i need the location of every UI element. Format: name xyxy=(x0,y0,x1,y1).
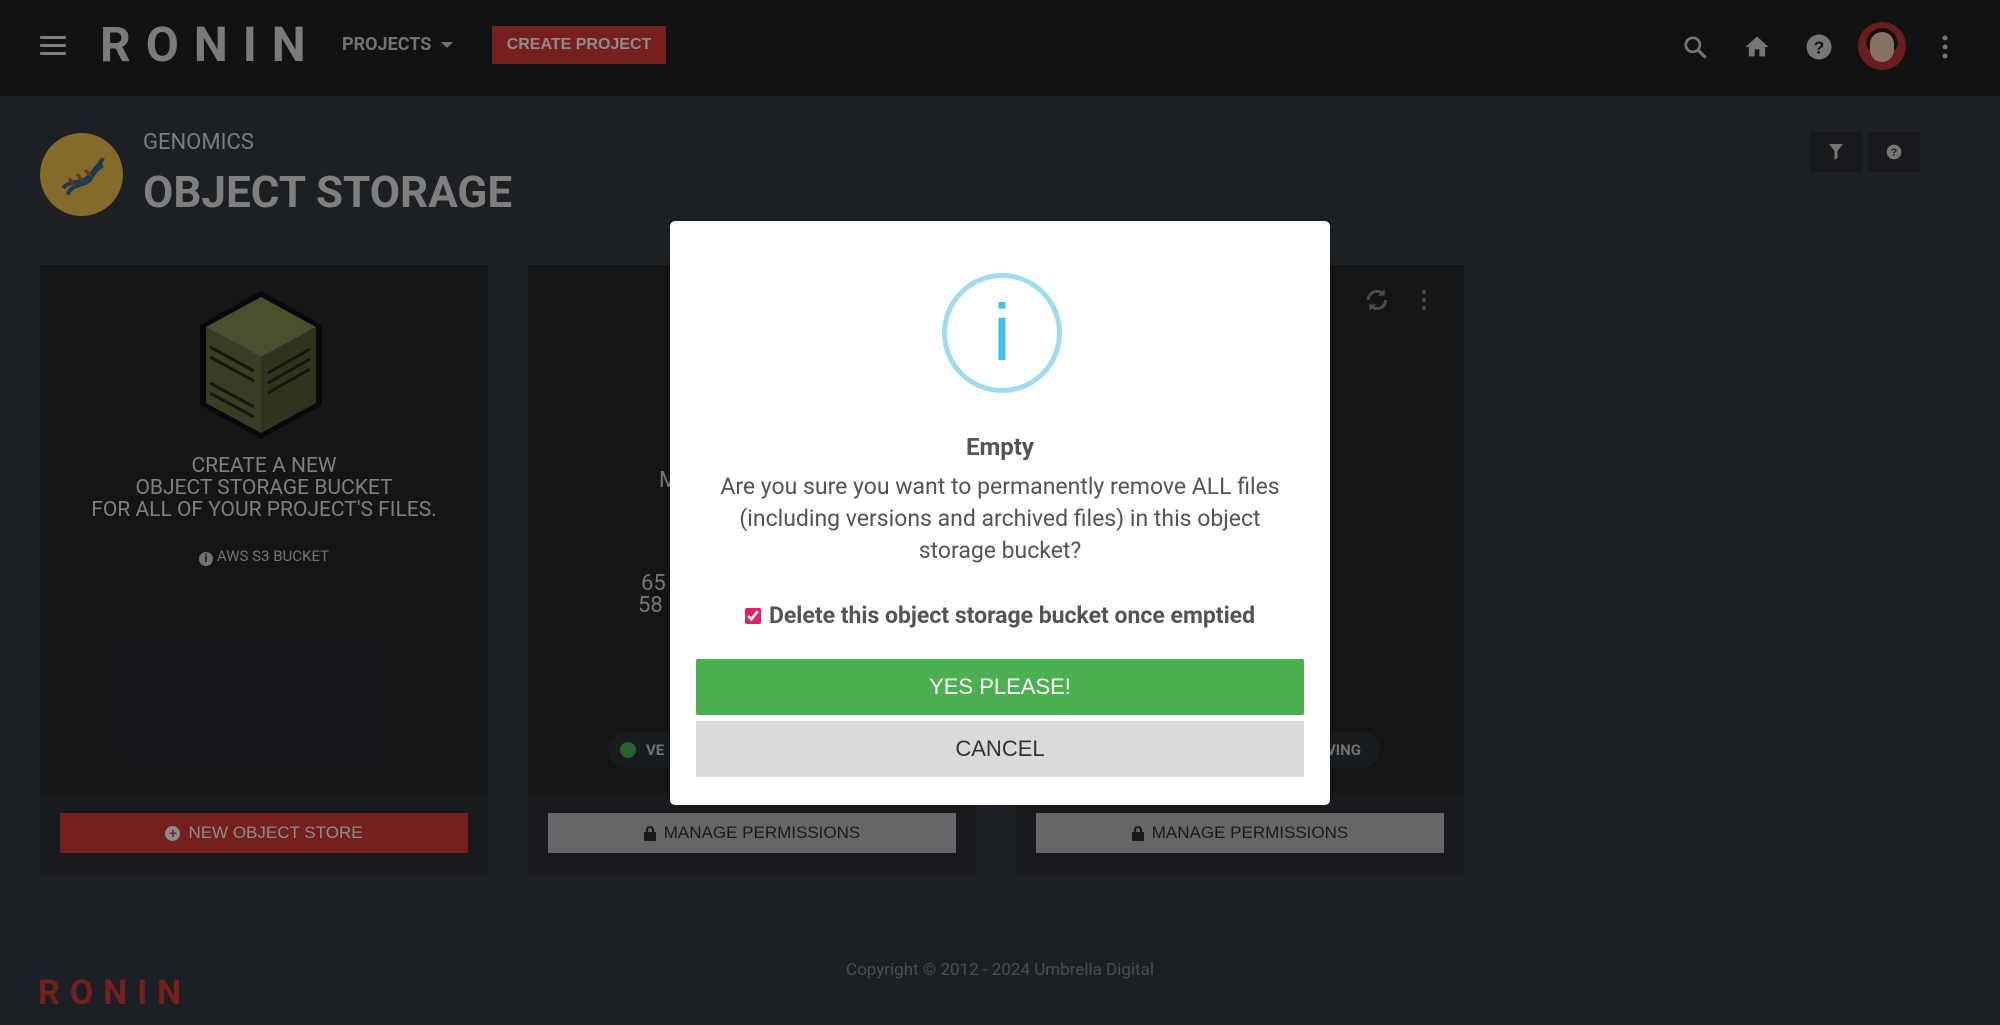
cancel-button[interactable]: CANCEL xyxy=(696,721,1304,777)
confirm-button[interactable]: YES PLEASE! xyxy=(696,659,1304,715)
delete-bucket-label: Delete this object storage bucket once e… xyxy=(768,602,1256,629)
dialog-message: Are you sure you want to permanently rem… xyxy=(720,473,1280,564)
dialog-title: Empty xyxy=(966,433,1034,461)
empty-bucket-dialog: i Empty Are you sure you want to permane… xyxy=(670,221,1330,805)
info-icon: i xyxy=(942,273,1062,393)
delete-bucket-checkbox[interactable] xyxy=(744,607,761,624)
delete-bucket-option[interactable]: Delete this object storage bucket once e… xyxy=(670,602,1330,629)
info-glyph: i xyxy=(993,288,1011,377)
